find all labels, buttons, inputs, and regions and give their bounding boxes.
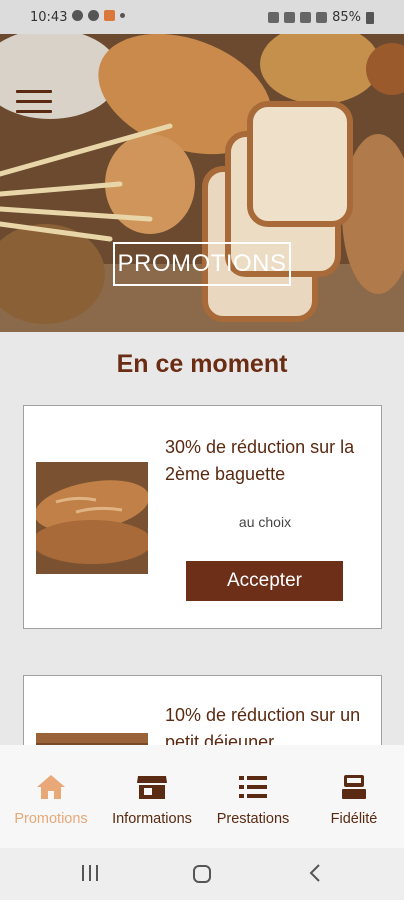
baguette-image — [36, 462, 148, 574]
nav-item-promotions[interactable]: Promotions — [8, 773, 94, 827]
nav-label: Promotions — [14, 811, 88, 827]
battery-icon — [366, 11, 374, 24]
status-bar: 10:43 85% — [0, 0, 404, 34]
facebook-icon — [88, 10, 99, 21]
bottom-navigation: Promotions Informations Prestations Fidé… — [0, 745, 404, 848]
mute-icon — [284, 12, 296, 23]
nav-label: Prestations — [216, 811, 290, 827]
system-icons: 85% — [268, 10, 374, 25]
hamburger-line — [16, 110, 52, 113]
wifi-icon — [300, 12, 312, 23]
list-icon — [239, 776, 267, 798]
hamburger-icon — [16, 90, 52, 93]
bread-photo — [0, 34, 404, 332]
more-notifications-icon — [120, 13, 125, 18]
hero-banner: PROMOTIONS — [0, 34, 404, 332]
offer-card: 30% de réduction sur la 2ème baguette au… — [23, 405, 382, 629]
register-icon — [342, 775, 366, 799]
notification-icons — [72, 10, 125, 21]
battery-level: 85% — [332, 10, 361, 25]
nav-item-prestations[interactable]: Prestations — [208, 773, 298, 827]
nav-label: Fidélité — [330, 811, 378, 827]
bluetooth-icon — [268, 12, 280, 23]
system-navigation-bar — [0, 848, 404, 900]
accept-button[interactable]: Accepter — [186, 561, 343, 601]
nav-label: Informations — [112, 811, 192, 827]
hamburger-line — [16, 100, 52, 103]
offer-note: au choix — [238, 514, 292, 530]
home-icon — [37, 775, 65, 799]
store-icon — [137, 776, 167, 799]
nav-item-informations[interactable]: Informations — [104, 773, 200, 827]
signal-icon — [316, 12, 328, 23]
back-icon[interactable] — [308, 864, 322, 882]
whatsapp-icon — [72, 10, 83, 21]
status-time: 10:43 — [30, 10, 68, 25]
page-title: PROMOTIONS — [113, 242, 291, 286]
nav-item-fidelite[interactable]: Fidélité — [316, 773, 392, 827]
app-notification-icon — [104, 10, 115, 21]
menu-button[interactable] — [16, 90, 52, 116]
section-title: En ce moment — [116, 350, 288, 378]
recent-apps-icon[interactable] — [80, 864, 100, 882]
offer-title: 30% de réduction sur la 2ème baguette — [165, 437, 355, 484]
home-button-icon[interactable] — [192, 864, 212, 884]
